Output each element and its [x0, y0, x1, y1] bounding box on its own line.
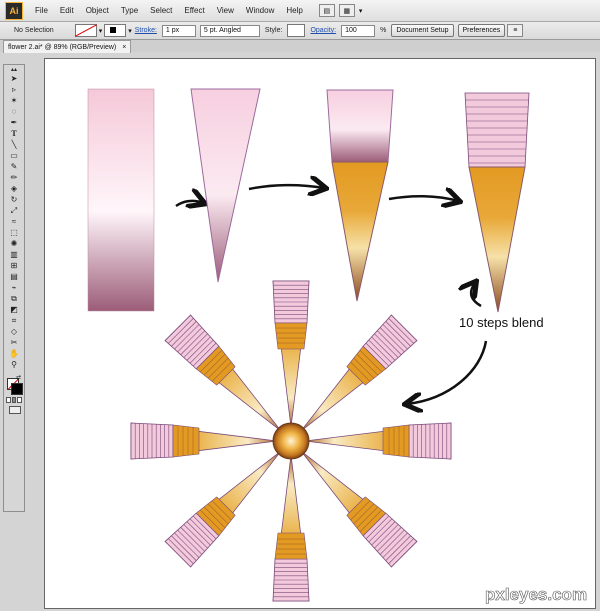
zoom-tool[interactable]: ⚲ — [4, 359, 24, 370]
paintbrush-tool[interactable]: ✎ — [4, 161, 24, 172]
document-tab-bar: flower 2.ai* @ 89% (RGB/Preview) × — [0, 40, 600, 53]
document-tab-title: flower 2.ai* @ 89% (RGB/Preview) — [8, 43, 117, 51]
free-transform-tool[interactable]: ⬚ — [4, 227, 24, 238]
pen-tool[interactable]: ✒ — [4, 117, 24, 128]
brush-value: 5 pt. Angled — [203, 27, 241, 34]
document-setup-button[interactable]: Document Setup — [391, 24, 454, 37]
opacity-field[interactable]: 100 — [341, 24, 376, 37]
symbol-sprayer-tool[interactable]: ✺ — [4, 238, 24, 249]
magic-wand-tool[interactable]: ✶ — [4, 95, 24, 106]
blend-steps-annotation: 10 steps blend — [459, 315, 544, 330]
line-tool[interactable]: ╲ — [4, 139, 24, 150]
rotate-tool[interactable]: ↻ — [4, 194, 24, 205]
panel-grip-icon[interactable]: ▴▴ — [4, 65, 24, 73]
stroke-swatch-toolbox[interactable] — [11, 383, 23, 395]
selection-status: No Selection — [14, 27, 54, 34]
crop-tool[interactable]: ⌗ — [4, 315, 24, 326]
menu-window[interactable]: Window — [240, 6, 280, 15]
document-tab[interactable]: flower 2.ai* @ 89% (RGB/Preview) × — [3, 40, 132, 53]
fill-swatch[interactable] — [74, 24, 97, 37]
flower — [130, 280, 452, 602]
pencil-tool[interactable]: ✏ — [4, 172, 24, 183]
flower-center — [272, 422, 310, 460]
menu-select[interactable]: Select — [144, 6, 178, 15]
pink-triangle — [190, 88, 261, 283]
scale-tool[interactable]: ⤢ — [4, 205, 24, 216]
tools-panel: ▴▴ ➤ ▹ ✶ ◌ ✒ T ╲ ▭ ✎ ✏ ◈ ↻ ⤢ ≈ ⬚ ✺ ▥ ⊞ ▤… — [3, 64, 25, 512]
chevron-down-icon[interactable]: ▾ — [359, 7, 363, 15]
opacity-link[interactable]: Opacity: — [310, 27, 336, 34]
blend-tool[interactable]: ⧉ — [4, 293, 24, 304]
warp-tool[interactable]: ≈ — [4, 216, 24, 227]
swap-icon[interactable]: ⇄ — [16, 374, 21, 381]
artwork-canvas: 10 steps blend pxleyes.com — [87, 88, 587, 604]
direct-selection-tool[interactable]: ▹ — [4, 84, 24, 95]
fill-stroke-widget: ⇄ — [4, 374, 24, 414]
menu-effect[interactable]: Effect — [178, 6, 210, 15]
gradient-tool[interactable]: ▤ — [4, 271, 24, 282]
selection-tool[interactable]: ➤ — [4, 73, 24, 84]
menu-type[interactable]: Type — [115, 6, 144, 15]
brush-dropdown[interactable]: 5 pt. Angled — [199, 24, 260, 37]
arrow-icon — [248, 185, 324, 189]
menu-help[interactable]: Help — [280, 6, 308, 15]
align-icon[interactable]: ≡ — [507, 24, 524, 37]
style-swatch[interactable] — [287, 24, 306, 37]
orange-triangle — [331, 161, 389, 302]
illustrator-logo: Ai — [5, 1, 23, 20]
menu-bar: Ai File Edit Object Type Select Effect V… — [0, 0, 600, 22]
style-label: Style: — [264, 27, 283, 34]
stroke-link[interactable]: Stroke: — [135, 27, 157, 34]
menu-view[interactable]: View — [211, 6, 240, 15]
arrow-icon — [407, 340, 488, 404]
rectangle-tool[interactable]: ▭ — [4, 150, 24, 161]
artboard[interactable]: 10 steps blend pxleyes.com — [44, 58, 596, 609]
stroke-swatch[interactable] — [104, 24, 127, 37]
eyedropper-tool[interactable]: ⌁ — [4, 282, 24, 293]
preferences-button[interactable]: Preferences — [457, 24, 506, 37]
mesh-tool[interactable]: ⊞ — [4, 260, 24, 271]
opacity-unit: % — [380, 27, 387, 34]
close-icon[interactable]: × — [122, 44, 126, 51]
watermark: pxleyes.com — [485, 585, 587, 604]
opacity-value: 100 — [345, 27, 357, 34]
type-tool[interactable]: T — [4, 128, 24, 139]
arrange-documents-icon[interactable]: ▦ — [338, 4, 355, 17]
arrow-icon — [471, 283, 482, 308]
stroke-weight-field[interactable]: 1 px — [161, 24, 196, 37]
chevron-down-icon[interactable]: ▾ — [99, 27, 103, 35]
blended-shape — [464, 92, 530, 313]
graph-tool[interactable]: ▥ — [4, 249, 24, 260]
gradient-rectangle — [87, 88, 155, 312]
pink-top-shape — [326, 89, 394, 163]
slice-tool[interactable]: ◇ — [4, 326, 24, 337]
menu-edit[interactable]: Edit — [54, 6, 80, 15]
bridge-icon[interactable]: ▤ — [318, 4, 335, 17]
lasso-tool[interactable]: ◌ — [4, 106, 24, 117]
arrow-icon — [175, 201, 203, 206]
menu-object[interactable]: Object — [80, 6, 115, 15]
live-paint-tool[interactable]: ◩ — [4, 304, 24, 315]
eraser-tool[interactable]: ◈ — [4, 183, 24, 194]
chevron-down-icon[interactable]: ▾ — [128, 27, 132, 35]
stroke-weight-value: 1 px — [165, 27, 180, 34]
screen-mode-icon[interactable] — [9, 406, 21, 414]
scissors-tool[interactable]: ✂ — [4, 337, 24, 348]
color-mode-icon[interactable] — [6, 397, 23, 403]
hand-tool[interactable]: ✋ — [4, 348, 24, 359]
control-bar: No Selection ▾ ▾ Stroke: 1 px 5 pt. Angl… — [0, 22, 600, 40]
menu-file[interactable]: File — [29, 6, 54, 15]
arrow-icon — [388, 196, 458, 201]
